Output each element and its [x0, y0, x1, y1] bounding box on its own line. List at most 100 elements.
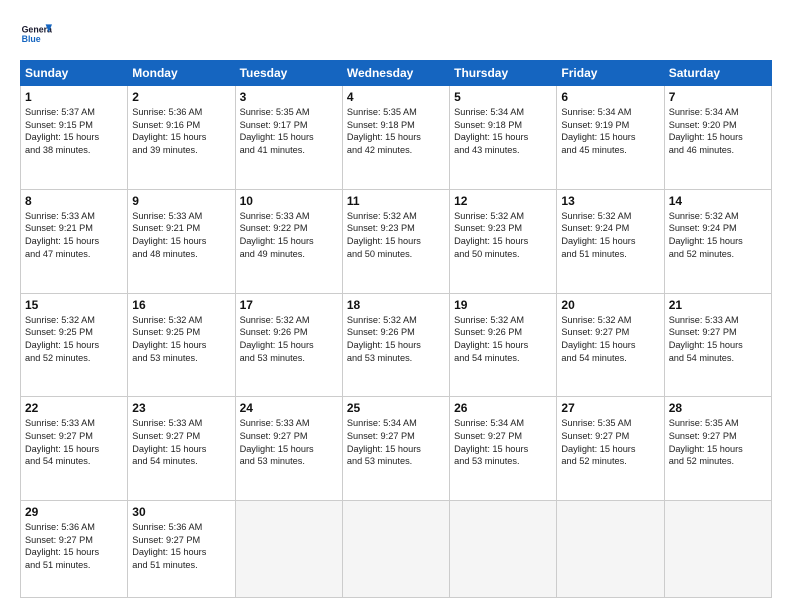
calendar-cell — [235, 501, 342, 598]
page: General Blue SundayMondayTuesdayWednesda… — [0, 0, 792, 612]
calendar-cell: 13Sunrise: 5:32 AM Sunset: 9:24 PM Dayli… — [557, 189, 664, 293]
day-info: Sunrise: 5:33 AM Sunset: 9:21 PM Dayligh… — [25, 210, 123, 261]
day-info: Sunrise: 5:32 AM Sunset: 9:23 PM Dayligh… — [454, 210, 552, 261]
calendar-cell: 7 Sunrise: 5:34 AM Sunset: 9:20 PM Daylig… — [664, 86, 771, 190]
day-number: 24 — [240, 401, 338, 415]
day-number: 22 — [25, 401, 123, 415]
weekday-header-sunday: Sunday — [21, 61, 128, 86]
calendar-cell: 25 Sunrise: 5:34 AM Sunset: 9:27 PM Dayli… — [342, 397, 449, 501]
calendar-cell: 22 Sunrise: 5:33 AM Sunset: 9:27 PM Dayli… — [21, 397, 128, 501]
day-number: 13 — [561, 194, 659, 208]
weekday-header-monday: Monday — [128, 61, 235, 86]
day-info: Sunrise: 5:32 AM Sunset: 9:27 PM Dayligh… — [561, 314, 659, 365]
calendar-cell: 27Sunrise: 5:35 AM Sunset: 9:27 PM Dayli… — [557, 397, 664, 501]
calendar-week-2: 8Sunrise: 5:33 AM Sunset: 9:21 PM Daylig… — [21, 189, 772, 293]
day-info: Sunrise: 5:36 AM Sunset: 9:27 PM Dayligh… — [25, 521, 123, 572]
day-info: Sunrise: 5:34 AM Sunset: 9:27 PM Dayligh… — [347, 417, 445, 468]
day-info: Sunrise: 5:36 AM Sunset: 9:16 PM Dayligh… — [132, 106, 230, 157]
day-info: Sunrise: 5:32 AM Sunset: 9:23 PM Dayligh… — [347, 210, 445, 261]
logo-icon: General Blue — [20, 18, 52, 50]
calendar-cell: 23 Sunrise: 5:33 AM Sunset: 9:27 PM Dayli… — [128, 397, 235, 501]
day-info: Sunrise: 5:35 AM Sunset: 9:18 PM Dayligh… — [347, 106, 445, 157]
calendar-cell: 6 Sunrise: 5:34 AM Sunset: 9:19 PM Daylig… — [557, 86, 664, 190]
calendar-cell: 4 Sunrise: 5:35 AM Sunset: 9:18 PM Daylig… — [342, 86, 449, 190]
day-info: Sunrise: 5:34 AM Sunset: 9:19 PM Dayligh… — [561, 106, 659, 157]
weekday-header-row: SundayMondayTuesdayWednesdayThursdayFrid… — [21, 61, 772, 86]
calendar-cell: 16 Sunrise: 5:32 AM Sunset: 9:25 PM Dayli… — [128, 293, 235, 397]
day-number: 3 — [240, 90, 338, 104]
calendar-cell: 17 Sunrise: 5:32 AM Sunset: 9:26 PM Dayli… — [235, 293, 342, 397]
day-info: Sunrise: 5:32 AM Sunset: 9:26 PM Dayligh… — [347, 314, 445, 365]
day-number: 20 — [561, 298, 659, 312]
day-number: 29 — [25, 505, 123, 519]
calendar-week-1: 1 Sunrise: 5:37 AM Sunset: 9:15 PM Daylig… — [21, 86, 772, 190]
calendar-cell: 5 Sunrise: 5:34 AM Sunset: 9:18 PM Daylig… — [450, 86, 557, 190]
calendar-cell: 26 Sunrise: 5:34 AM Sunset: 9:27 PM Dayli… — [450, 397, 557, 501]
day-number: 1 — [25, 90, 123, 104]
calendar-cell — [342, 501, 449, 598]
day-number: 5 — [454, 90, 552, 104]
calendar-cell: 10 Sunrise: 5:33 AM Sunset: 9:22 PM Dayli… — [235, 189, 342, 293]
day-info: Sunrise: 5:34 AM Sunset: 9:27 PM Dayligh… — [454, 417, 552, 468]
weekday-header-friday: Friday — [557, 61, 664, 86]
calendar-cell: 15 Sunrise: 5:32 AM Sunset: 9:25 PM Dayli… — [21, 293, 128, 397]
day-info: Sunrise: 5:33 AM Sunset: 9:21 PM Dayligh… — [132, 210, 230, 261]
day-number: 7 — [669, 90, 767, 104]
weekday-header-tuesday: Tuesday — [235, 61, 342, 86]
day-number: 23 — [132, 401, 230, 415]
calendar-cell: 3 Sunrise: 5:35 AM Sunset: 9:17 PM Daylig… — [235, 86, 342, 190]
day-info: Sunrise: 5:33 AM Sunset: 9:27 PM Dayligh… — [132, 417, 230, 468]
calendar-cell: 28 Sunrise: 5:35 AM Sunset: 9:27 PM Dayli… — [664, 397, 771, 501]
day-info: Sunrise: 5:34 AM Sunset: 9:18 PM Dayligh… — [454, 106, 552, 157]
day-number: 30 — [132, 505, 230, 519]
day-info: Sunrise: 5:33 AM Sunset: 9:27 PM Dayligh… — [25, 417, 123, 468]
day-number: 6 — [561, 90, 659, 104]
day-info: Sunrise: 5:35 AM Sunset: 9:27 PM Dayligh… — [561, 417, 659, 468]
day-number: 28 — [669, 401, 767, 415]
calendar-week-3: 15 Sunrise: 5:32 AM Sunset: 9:25 PM Dayli… — [21, 293, 772, 397]
day-info: Sunrise: 5:37 AM Sunset: 9:15 PM Dayligh… — [25, 106, 123, 157]
day-number: 26 — [454, 401, 552, 415]
header: General Blue — [20, 18, 772, 50]
calendar-cell: 8Sunrise: 5:33 AM Sunset: 9:21 PM Daylig… — [21, 189, 128, 293]
day-info: Sunrise: 5:34 AM Sunset: 9:20 PM Dayligh… — [669, 106, 767, 157]
day-number: 18 — [347, 298, 445, 312]
day-number: 4 — [347, 90, 445, 104]
logo: General Blue — [20, 18, 52, 50]
calendar-cell: 24 Sunrise: 5:33 AM Sunset: 9:27 PM Dayli… — [235, 397, 342, 501]
day-info: Sunrise: 5:32 AM Sunset: 9:26 PM Dayligh… — [240, 314, 338, 365]
calendar-cell: 2Sunrise: 5:36 AM Sunset: 9:16 PM Daylig… — [128, 86, 235, 190]
calendar-cell — [664, 501, 771, 598]
calendar-cell: 9 Sunrise: 5:33 AM Sunset: 9:21 PM Daylig… — [128, 189, 235, 293]
calendar-week-4: 22 Sunrise: 5:33 AM Sunset: 9:27 PM Dayli… — [21, 397, 772, 501]
day-info: Sunrise: 5:35 AM Sunset: 9:17 PM Dayligh… — [240, 106, 338, 157]
day-number: 15 — [25, 298, 123, 312]
day-number: 17 — [240, 298, 338, 312]
day-number: 21 — [669, 298, 767, 312]
day-info: Sunrise: 5:32 AM Sunset: 9:26 PM Dayligh… — [454, 314, 552, 365]
calendar-cell — [450, 501, 557, 598]
day-number: 14 — [669, 194, 767, 208]
calendar-cell: 19 Sunrise: 5:32 AM Sunset: 9:26 PM Dayli… — [450, 293, 557, 397]
day-info: Sunrise: 5:35 AM Sunset: 9:27 PM Dayligh… — [669, 417, 767, 468]
weekday-header-saturday: Saturday — [664, 61, 771, 86]
day-info: Sunrise: 5:32 AM Sunset: 9:24 PM Dayligh… — [669, 210, 767, 261]
day-number: 19 — [454, 298, 552, 312]
calendar-cell: 11Sunrise: 5:32 AM Sunset: 9:23 PM Dayli… — [342, 189, 449, 293]
svg-text:Blue: Blue — [22, 34, 41, 44]
day-number: 16 — [132, 298, 230, 312]
day-number: 9 — [132, 194, 230, 208]
calendar-table: SundayMondayTuesdayWednesdayThursdayFrid… — [20, 60, 772, 598]
day-number: 12 — [454, 194, 552, 208]
day-info: Sunrise: 5:33 AM Sunset: 9:27 PM Dayligh… — [240, 417, 338, 468]
calendar-cell: 20 Sunrise: 5:32 AM Sunset: 9:27 PM Dayli… — [557, 293, 664, 397]
day-number: 25 — [347, 401, 445, 415]
calendar-cell: 21Sunrise: 5:33 AM Sunset: 9:27 PM Dayli… — [664, 293, 771, 397]
weekday-header-wednesday: Wednesday — [342, 61, 449, 86]
day-info: Sunrise: 5:32 AM Sunset: 9:25 PM Dayligh… — [132, 314, 230, 365]
day-number: 10 — [240, 194, 338, 208]
weekday-header-thursday: Thursday — [450, 61, 557, 86]
day-info: Sunrise: 5:36 AM Sunset: 9:27 PM Dayligh… — [132, 521, 230, 572]
day-info: Sunrise: 5:33 AM Sunset: 9:22 PM Dayligh… — [240, 210, 338, 261]
day-info: Sunrise: 5:32 AM Sunset: 9:25 PM Dayligh… — [25, 314, 123, 365]
